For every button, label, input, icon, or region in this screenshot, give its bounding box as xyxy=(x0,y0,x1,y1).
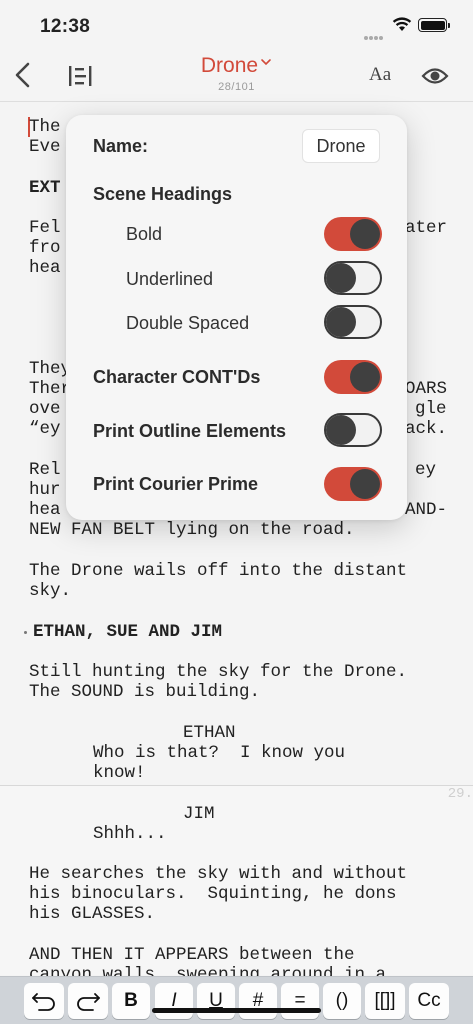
script-line[interactable]: Eve xyxy=(29,137,61,157)
document-title: Drone xyxy=(200,54,259,77)
brackets-button[interactable]: [[]] xyxy=(365,983,405,1019)
script-line[interactable]: “ey xyxy=(29,419,61,439)
script-line[interactable]: AND- xyxy=(405,500,447,520)
option-label-underlined: Underlined xyxy=(126,269,214,289)
page-number: 29. xyxy=(447,786,473,802)
hash-button[interactable]: # xyxy=(239,983,277,1019)
underlined-toggle[interactable] xyxy=(324,261,382,295)
dialogue-line[interactable]: know! xyxy=(93,763,146,783)
double-spaced-toggle[interactable] xyxy=(324,305,382,339)
outline-bullet-icon xyxy=(24,631,27,634)
redo-icon xyxy=(77,993,100,1011)
name-label: Name: xyxy=(93,136,149,156)
print-courier-toggle[interactable] xyxy=(324,467,382,501)
script-line[interactable]: Still hunting the sky for the Drone. xyxy=(29,662,407,682)
bold-button[interactable]: B xyxy=(112,983,150,1019)
script-line[interactable]: Rel xyxy=(29,460,61,480)
option-label-bold: Bold xyxy=(126,224,163,244)
document-title-button[interactable]: Drone xyxy=(0,54,473,78)
undo-icon xyxy=(32,993,55,1011)
equals-button[interactable]: = xyxy=(281,983,319,1019)
preview-eye-icon[interactable] xyxy=(421,65,449,87)
underline-button[interactable]: U xyxy=(197,983,235,1019)
script-line[interactable]: his GLASSES. xyxy=(29,904,155,924)
script-line[interactable]: He searches the sky with and without xyxy=(29,864,407,884)
toggle-knob xyxy=(350,219,380,249)
status-time: 12:38 xyxy=(40,16,91,37)
scene-heading[interactable]: EXT xyxy=(29,178,61,198)
script-line[interactable]: NEW FAN BELT lying on the road. xyxy=(29,520,355,540)
script-line[interactable]: The xyxy=(29,117,61,137)
script-line[interactable]: gle xyxy=(415,399,447,419)
nav-bar: Drone 28/101 Aa xyxy=(0,50,473,102)
script-line[interactable]: The SOUND is building. xyxy=(29,682,260,702)
print-outline-toggle[interactable] xyxy=(324,413,382,447)
script-line[interactable]: hea xyxy=(29,500,61,520)
redo-button[interactable] xyxy=(68,983,108,1019)
chevron-down-icon xyxy=(261,59,271,66)
cc-button[interactable]: Cc xyxy=(409,983,449,1019)
option-label-character-contds: Character CONT'Ds xyxy=(93,367,261,387)
font-settings-button[interactable]: Aa xyxy=(369,64,391,86)
script-line[interactable]: AND THEN IT APPEARS between the xyxy=(29,945,355,965)
toggle-knob xyxy=(350,362,380,392)
parentheses-button[interactable]: () xyxy=(323,983,361,1019)
script-line[interactable]: Ther xyxy=(29,379,71,399)
dialogue-line[interactable]: Shhh... xyxy=(93,824,167,844)
bold-toggle[interactable] xyxy=(324,217,382,251)
dialogue-line[interactable]: Who is that? I know you xyxy=(93,743,345,763)
character-contds-toggle[interactable] xyxy=(324,360,382,394)
script-line[interactable]: fro xyxy=(29,238,61,258)
home-indicator xyxy=(152,1008,321,1013)
formatting-toolbar: B I U # = () [[]] Cc xyxy=(0,976,473,1024)
script-line[interactable]: his binoculars. Squinting, he dons xyxy=(29,884,397,904)
script-line[interactable]: OARS xyxy=(405,379,447,399)
scene-heading[interactable]: ETHAN, SUE AND JIM xyxy=(33,622,222,642)
undo-button[interactable] xyxy=(24,983,64,1019)
status-bar: 12:38 xyxy=(0,0,473,50)
scene-headings-label: Scene Headings xyxy=(93,184,233,204)
battery-icon xyxy=(418,18,450,32)
toggle-knob xyxy=(350,469,380,499)
script-line[interactable]: sky. xyxy=(29,581,71,601)
character-name[interactable]: JIM xyxy=(183,804,215,824)
toggle-knob xyxy=(326,415,356,445)
page-counter: 28/101 xyxy=(218,81,255,93)
script-line[interactable]: hur xyxy=(29,480,61,500)
option-label-print-outline: Print Outline Elements xyxy=(93,421,287,441)
italic-button[interactable]: I xyxy=(155,983,193,1019)
script-line[interactable]: ack. xyxy=(405,419,447,439)
signal-dots-icon xyxy=(364,27,386,40)
wifi-icon xyxy=(392,17,412,31)
option-label-double-spaced: Double Spaced xyxy=(126,313,250,333)
toggle-knob xyxy=(326,263,356,293)
script-line[interactable]: ater xyxy=(405,218,447,238)
script-line[interactable]: They xyxy=(29,359,71,379)
script-line[interactable]: ey xyxy=(415,460,436,480)
toggle-knob xyxy=(326,307,356,337)
script-line[interactable]: hea xyxy=(29,258,61,278)
option-label-print-courier: Print Courier Prime xyxy=(93,474,259,494)
script-line[interactable]: Fel xyxy=(29,218,61,238)
script-line[interactable]: The Drone wails off into the distant xyxy=(29,561,407,581)
scene-settings-popover: Name: Drone Scene Headings Bold Underlin… xyxy=(66,115,407,520)
script-line[interactable]: ove xyxy=(29,399,61,419)
character-name[interactable]: ETHAN xyxy=(183,723,236,743)
name-field[interactable]: Drone xyxy=(302,129,380,163)
